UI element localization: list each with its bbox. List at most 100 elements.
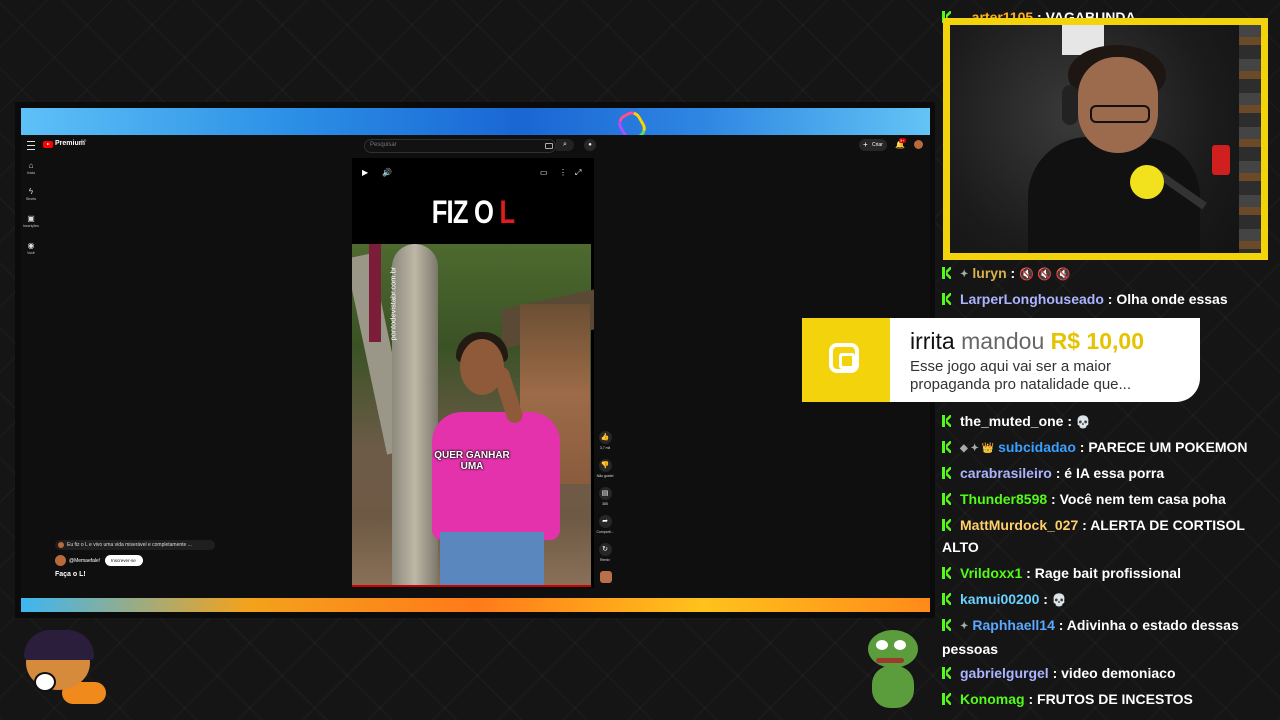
chat-message: ✦ Raphhaell14 : Adivinha o estado dessas … bbox=[942, 614, 1260, 660]
nav-item-subscriptions[interactable]: ▣ Inscrições bbox=[23, 214, 39, 228]
video-headline: FIZ O L bbox=[376, 194, 570, 231]
search-placeholder: Pesquisar bbox=[370, 142, 397, 148]
share-label: Comparti... bbox=[596, 530, 614, 534]
notification-badge: 9+ bbox=[899, 138, 906, 143]
kick-badge-icon bbox=[942, 693, 952, 705]
menu-icon[interactable] bbox=[27, 141, 35, 150]
comment-count: 385 bbox=[602, 502, 608, 506]
chat-message: gabrielgurgel : video demoniaco bbox=[942, 662, 1260, 684]
watermark-bar: pontodevistabr.com.br bbox=[369, 244, 398, 342]
chat-emote: 💀 bbox=[1051, 593, 1067, 607]
youtube-header: Premium BR Pesquisar ⌕ ● + Criar 🔔 9+ bbox=[21, 135, 930, 155]
chat-separator: : bbox=[1078, 517, 1091, 533]
keyboard-icon[interactable] bbox=[545, 143, 553, 149]
chat-username[interactable]: Konomag bbox=[960, 691, 1025, 707]
channel-name[interactable]: @Memaefale! bbox=[69, 558, 100, 564]
chat-separator: : bbox=[1103, 291, 1117, 307]
chat-username[interactable]: subcidadao bbox=[998, 439, 1076, 455]
nav-label: Início bbox=[26, 171, 36, 175]
volume-icon[interactable]: 🔊 bbox=[382, 168, 392, 177]
account-avatar[interactable] bbox=[914, 140, 923, 149]
user-badge-icon: ✦ bbox=[960, 269, 969, 280]
donation-icon-panel bbox=[802, 318, 890, 402]
voice-search-button[interactable]: ● bbox=[584, 139, 596, 151]
youtube-logo-icon[interactable] bbox=[43, 141, 53, 148]
nav-item-home[interactable]: ⌂ Início bbox=[23, 161, 39, 175]
chat-text: é IA essa porra bbox=[1064, 465, 1165, 481]
chat-message: ◆ ✦ 👑 subcidadao : PARECE UM POKEMON bbox=[942, 436, 1260, 460]
short-description[interactable]: Eu fiz o L e vivo uma vida miserável e c… bbox=[55, 540, 215, 550]
video-progress-bar[interactable] bbox=[352, 585, 591, 587]
remix-button[interactable]: ↻ Remix bbox=[594, 543, 616, 562]
pepe-eye-left bbox=[876, 640, 888, 650]
comments-button[interactable]: ▤ 385 bbox=[594, 487, 616, 506]
dislike-button[interactable]: 👎 Não gostei bbox=[594, 459, 616, 478]
shorts-icon: ϟ bbox=[28, 187, 34, 196]
chat-text: FRUTOS DE INCESTOS bbox=[1037, 691, 1193, 707]
donation-icon bbox=[829, 343, 859, 373]
search-input[interactable]: Pesquisar bbox=[364, 139, 556, 153]
chat-separator: : bbox=[1051, 465, 1065, 481]
chat-text: Olha onde essas bbox=[1116, 291, 1228, 307]
chat-username[interactable]: Raphhaell14 bbox=[972, 617, 1054, 633]
chat-username[interactable]: Thunder8598 bbox=[960, 491, 1047, 507]
donation-message: Esse jogo aqui vai ser a maior propagand… bbox=[910, 358, 1132, 393]
comment-icon: ▤ bbox=[598, 487, 612, 500]
kick-badge-icon bbox=[942, 293, 952, 305]
streamer-body bbox=[1028, 137, 1200, 253]
short-video-player[interactable]: ▶ 🔊 ▭ ⋮ ⤢ FIZ O L pontodevistabr.com.br … bbox=[352, 158, 594, 588]
more-options-icon[interactable]: ⋮ bbox=[559, 168, 567, 177]
headline-text: FIZ O bbox=[431, 194, 500, 230]
red-lamp bbox=[1212, 145, 1230, 175]
chat-username[interactable]: Vrildoxx1 bbox=[960, 565, 1022, 581]
captions-icon[interactable]: ▭ bbox=[540, 168, 548, 177]
search-icon: ⌕ bbox=[563, 141, 567, 148]
chat-emote: 🔇 🔇 🔇 bbox=[1019, 267, 1071, 281]
chat-username[interactable]: carabrasileiro bbox=[960, 465, 1052, 481]
youtube-window: Premium BR Pesquisar ⌕ ● + Criar 🔔 9+ ⌂ … bbox=[21, 135, 930, 598]
woman-shirt bbox=[432, 412, 560, 540]
chat-text: PARECE UM POKEMON bbox=[1088, 439, 1248, 455]
create-button[interactable]: + Criar bbox=[859, 139, 887, 151]
remix-label: Remix bbox=[600, 558, 610, 562]
nav-label: Shorts bbox=[25, 197, 37, 201]
play-icon[interactable]: ▶ bbox=[362, 168, 368, 177]
donation-verb: mandou bbox=[961, 328, 1045, 354]
chat-message: kamui00200 : 💀 bbox=[942, 588, 1260, 611]
kick-badge-icon bbox=[942, 519, 952, 531]
chat-separator: : bbox=[1039, 591, 1052, 607]
share-button[interactable]: ➦ Comparti... bbox=[594, 515, 616, 534]
video-title-area: ▶ 🔊 ▭ ⋮ ⤢ FIZ O L bbox=[352, 158, 594, 244]
subscribe-button[interactable]: Inscrever-se bbox=[105, 555, 143, 566]
kick-badge-icon bbox=[942, 593, 952, 605]
chat-text: Rage bait profissional bbox=[1034, 565, 1181, 581]
user-icon: ◉ bbox=[27, 241, 35, 250]
nav-item-you[interactable]: ◉ Você bbox=[23, 241, 39, 255]
like-count: 3,7 mil bbox=[599, 446, 611, 450]
watermark-text: pontodevistabr.com.br bbox=[388, 266, 398, 341]
browser-bottom-banner bbox=[21, 598, 930, 612]
like-button[interactable]: 👍 3,7 mil bbox=[594, 431, 616, 450]
kick-badge-icon bbox=[942, 493, 952, 505]
nav-item-shorts[interactable]: ϟ Shorts bbox=[23, 187, 39, 201]
chat-username[interactable]: MattMurdock_027 bbox=[960, 517, 1078, 533]
chat-message: Vrildoxx1 : Rage bait profissional bbox=[942, 562, 1260, 584]
channel-thumbnail[interactable] bbox=[600, 571, 612, 583]
webcam-feed bbox=[950, 25, 1261, 253]
video-frame: pontodevistabr.com.br bbox=[352, 244, 594, 586]
glasses bbox=[1090, 105, 1150, 123]
chat-username[interactable]: gabrielgurgel bbox=[960, 665, 1049, 681]
chat-username[interactable]: luryn bbox=[972, 265, 1006, 281]
chat-username[interactable]: the_muted_one bbox=[960, 413, 1063, 429]
fullscreen-icon[interactable]: ⤢ bbox=[575, 168, 581, 178]
chat-text: video demoniaco bbox=[1061, 665, 1176, 681]
country-code: BR bbox=[81, 138, 87, 143]
chat-message: Konomag : FRUTOS DE INCESTOS bbox=[942, 688, 1260, 710]
description-text: Eu fiz o L e vivo uma vida miserável e c… bbox=[67, 542, 192, 548]
search-button[interactable]: ⌕ bbox=[556, 139, 574, 151]
pepe-frog bbox=[862, 630, 924, 710]
chat-username[interactable]: kamui00200 bbox=[960, 591, 1039, 607]
video-caption: QUER GANHAR UMA bbox=[434, 450, 510, 472]
channel-avatar[interactable] bbox=[55, 555, 66, 566]
chat-username[interactable]: LarperLonghouseado bbox=[960, 291, 1104, 307]
